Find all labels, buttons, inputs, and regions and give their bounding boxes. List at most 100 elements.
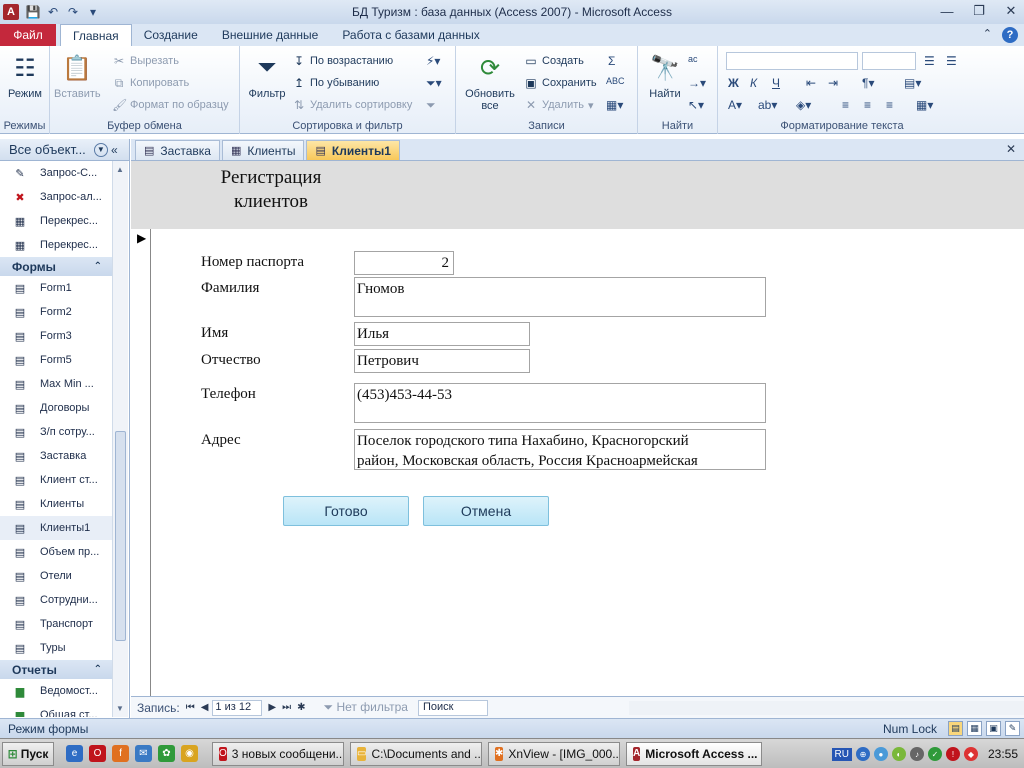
font-color-icon[interactable]: А▾: [728, 98, 742, 112]
replace-icon[interactable]: ac: [688, 54, 698, 64]
scroll-down-icon[interactable]: ▼: [116, 704, 124, 713]
first-record-icon[interactable]: ⏮: [186, 702, 195, 713]
nav-item-form-selected[interactable]: ▤ Клиенты1: [0, 516, 112, 540]
update-icon[interactable]: ◐: [891, 747, 906, 761]
remove-sort-button[interactable]: ⇅ Удалить сортировку: [292, 96, 412, 114]
search-input[interactable]: Поиск: [417, 699, 488, 716]
nav-item-query[interactable]: ✎ Запрос-С...: [0, 161, 112, 185]
nav-item-report[interactable]: ▆ Общая ст...: [0, 703, 112, 717]
nav-pane-header[interactable]: Все объект... ▼ «: [0, 139, 129, 161]
italic-icon[interactable]: К: [750, 76, 757, 90]
redo-icon[interactable]: ↷: [65, 4, 81, 20]
highlight-icon[interactable]: ab▾: [758, 98, 777, 112]
nav-item-form[interactable]: ▤ Сотрудни...: [0, 588, 112, 612]
tab-zastavka[interactable]: ▤ Заставка: [135, 140, 220, 160]
taskbar-task-access[interactable]: A Microsoft Access ...: [626, 741, 762, 766]
nav-item-query[interactable]: ✖ Запрос-ал...: [0, 185, 112, 209]
next-record-icon[interactable]: ▶: [268, 702, 276, 713]
antivirus-icon[interactable]: ✓: [927, 747, 942, 761]
passport-field[interactable]: 2: [354, 251, 454, 275]
cut-button[interactable]: ✂ Вырезать: [112, 52, 179, 70]
borders-icon[interactable]: ▦▾: [916, 98, 933, 112]
nav-item-form[interactable]: ▤ З/п сотру...: [0, 420, 112, 444]
format-painter-button[interactable]: 🖌 Формат по образцу: [112, 96, 229, 114]
design-view-icon[interactable]: ✎: [1005, 721, 1020, 736]
refresh-all-button[interactable]: ⟳ Обновить все: [462, 52, 518, 113]
nav-item-form[interactable]: ▤ Клиент ст...: [0, 468, 112, 492]
new-record-button[interactable]: ▭ Создать: [524, 52, 583, 70]
address-field[interactable]: Поселок городского типа Нахабино, Красно…: [354, 429, 766, 470]
toggle-filter-icon[interactable]: ⏷: [426, 98, 436, 113]
advanced-filter-icon[interactable]: ⏷▾: [426, 76, 442, 91]
nav-item-form[interactable]: ▤ Туры: [0, 636, 112, 660]
customize-qat-icon[interactable]: ▾: [85, 4, 101, 20]
access-app-icon[interactable]: A: [3, 4, 19, 20]
tab-database-tools[interactable]: Работа с базами данных: [330, 24, 491, 46]
minimize-icon[interactable]: —: [938, 2, 956, 20]
maximize-icon[interactable]: ❐: [970, 2, 988, 20]
tab-home[interactable]: Главная: [60, 24, 132, 46]
nav-item-form[interactable]: ▤ Form2: [0, 300, 112, 324]
filter-button[interactable]: ⏷ Фильтр: [244, 52, 290, 100]
new-blank-record-icon[interactable]: ✱: [297, 702, 305, 713]
copy-button[interactable]: ⧉ Копировать: [112, 74, 190, 92]
nav-item-form[interactable]: ▤ Max Min ...: [0, 372, 112, 396]
done-button[interactable]: Готово: [283, 496, 409, 526]
current-record-input[interactable]: 1 из 12: [212, 699, 263, 716]
taskbar-task-xnview[interactable]: ✱ XnView - [IMG_000...: [488, 741, 620, 766]
last-record-icon[interactable]: ⏭: [282, 702, 291, 713]
datasheet-view-icon[interactable]: ▦: [967, 721, 982, 736]
no-filter-indicator[interactable]: ⏷ Нет фильтра: [324, 700, 408, 715]
bold-icon[interactable]: Ж: [728, 76, 739, 90]
layout-view-icon[interactable]: ▣: [986, 721, 1001, 736]
nav-item-form[interactable]: ▤ Form1: [0, 276, 112, 300]
align-right-icon[interactable]: ≡: [886, 98, 893, 112]
messenger-icon[interactable]: ●: [873, 747, 888, 761]
tab-klienty[interactable]: ▦ Клиенты: [221, 140, 305, 160]
tray-app2-icon[interactable]: ◆: [963, 747, 978, 761]
ribbon-minimize-icon[interactable]: ⌃: [983, 27, 992, 43]
bullets-icon[interactable]: ☰: [924, 54, 935, 68]
nav-pane-scrollbar[interactable]: ▲ ▼: [112, 161, 128, 717]
cancel-button[interactable]: Отмена: [423, 496, 549, 526]
sort-descending-button[interactable]: ↥ По убыванию: [292, 74, 379, 92]
chrome-icon[interactable]: ◉: [181, 745, 198, 762]
record-selector[interactable]: ▶: [131, 229, 151, 696]
language-indicator[interactable]: RU: [831, 747, 852, 761]
nav-item-form[interactable]: ▤ Клиенты: [0, 492, 112, 516]
nav-item-form[interactable]: ▤ Заставка: [0, 444, 112, 468]
nav-item-form[interactable]: ▤ Транспорт: [0, 612, 112, 636]
shutter-bar-icon[interactable]: «: [111, 143, 118, 157]
chevron-down-icon[interactable]: ▼: [93, 142, 108, 157]
indent-icon[interactable]: ⇤: [806, 76, 816, 90]
nav-item-form[interactable]: ▤ Отели: [0, 564, 112, 588]
close-document-icon[interactable]: ✕: [1006, 142, 1016, 156]
nav-item-form[interactable]: ▤ Form5: [0, 348, 112, 372]
find-button[interactable]: 🔭 Найти: [642, 52, 688, 101]
help-icon[interactable]: ?: [1002, 27, 1018, 43]
nav-item-form[interactable]: ▤ Договоры: [0, 396, 112, 420]
totals-icon[interactable]: Σ: [608, 54, 615, 68]
more-icon[interactable]: ▦▾: [606, 98, 623, 112]
firefox-icon[interactable]: f: [112, 745, 129, 762]
tab-external-data[interactable]: Внешние данные: [210, 24, 331, 46]
undo-icon[interactable]: ↶: [45, 4, 61, 20]
numbering-icon[interactable]: ☰: [946, 54, 957, 68]
tab-file[interactable]: Файл: [0, 24, 56, 46]
nav-item-form[interactable]: ▤ Объем пр...: [0, 540, 112, 564]
gridlines-icon[interactable]: ▤▾: [904, 76, 921, 90]
select-icon[interactable]: ↖▾: [688, 98, 704, 112]
taskbar-task-explorer[interactable]: ▭ C:\Documents and ...: [350, 741, 482, 766]
patronymic-field[interactable]: Петрович: [354, 349, 530, 373]
selection-filter-icon[interactable]: ⚡▾: [426, 54, 440, 68]
save-record-button[interactable]: ▣ Сохранить: [524, 74, 596, 92]
tab-klienty1[interactable]: ▤ Клиенты1: [306, 140, 400, 160]
nav-group-forms[interactable]: Формы ⌃: [0, 257, 112, 276]
tray-app-icon[interactable]: !: [945, 747, 960, 761]
name-field[interactable]: Илья: [354, 322, 530, 346]
start-button[interactable]: ⊞ Пуск: [2, 741, 54, 766]
paragraph-icon[interactable]: ¶▾: [862, 76, 874, 90]
font-size-combo[interactable]: [862, 52, 916, 70]
outdent-icon[interactable]: ⇥: [828, 76, 838, 90]
horizontal-scrollbar[interactable]: [629, 701, 1024, 715]
